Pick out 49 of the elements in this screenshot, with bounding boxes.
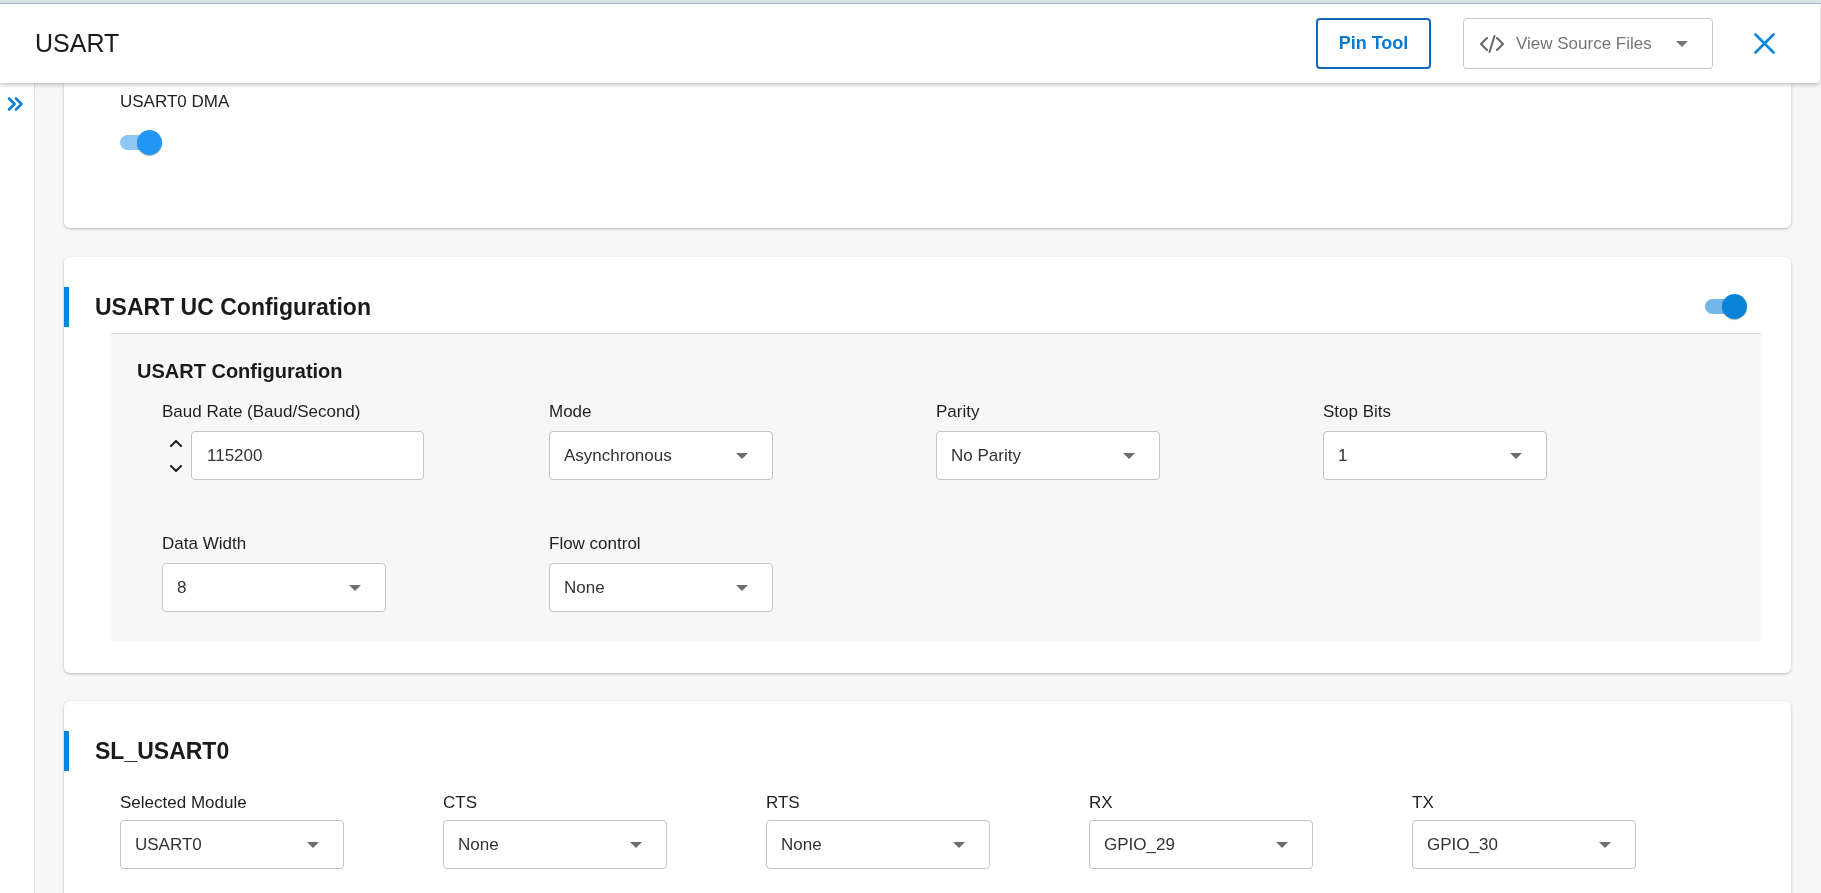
group-title: USART Configuration [137,359,343,383]
dropdown-field[interactable]: GPIO_30 [1412,820,1636,869]
dropdown-field[interactable]: GPIO_29 [1089,820,1313,869]
dropdown-field[interactable]: 8 [162,563,386,612]
dropdown-field[interactable]: None [766,820,990,869]
caret-icon [1276,841,1288,848]
field-label: Data Width [162,534,247,554]
dropdown-field[interactable]: Asynchronous [549,431,773,480]
dropdown-field[interactable]: USART0 [120,820,344,869]
field-label: Flow control [549,534,641,554]
chevron-up-icon[interactable] [170,439,182,447]
toggle-switch[interactable] [120,130,163,156]
number-field[interactable]: 115200 [191,431,424,480]
dropdown-field[interactable]: No Parity [936,431,1160,480]
double-chevron-right-icon[interactable] [7,97,24,111]
dropdown-field[interactable]: None [549,563,773,612]
caret-icon [1599,841,1611,848]
field-label: Selected Module [120,793,247,813]
code-icon [1479,34,1505,53]
field-label: Mode [549,402,592,422]
accent-bar [64,287,69,327]
field-label: USART0 DMA [120,92,230,112]
field-label: Stop Bits [1323,402,1392,422]
field-label: RTS [766,793,800,813]
caret-icon [307,841,319,848]
view-source-files-dropdown[interactable]: View Source Files [1463,18,1713,69]
caret-icon [736,584,748,591]
dropdown-field[interactable]: 1 [1323,431,1547,480]
caret-icon [1123,452,1135,459]
caret-icon [630,841,642,848]
field-label: CTS [443,793,477,813]
section-title: SL_USART0 [95,737,230,765]
field-label: RX [1089,793,1113,813]
caret-icon [736,452,748,459]
field-label: Parity [936,402,980,422]
toggle-switch[interactable] [1705,294,1748,320]
pin-tool-button[interactable]: Pin Tool [1316,18,1431,69]
dropdown-field[interactable]: None [443,820,667,869]
caret-icon [1676,40,1688,47]
accent-bar [64,731,69,771]
chevron-down-icon[interactable] [170,464,182,472]
field-label: TX [1412,793,1434,813]
caret-icon [1510,452,1522,459]
field-label: Baud Rate (Baud/Second) [162,402,361,422]
close-icon[interactable] [1754,33,1775,54]
caret-icon [349,584,361,591]
page-title: USART [35,29,120,58]
section-title: USART UC Configuration [95,293,371,321]
caret-icon [953,841,965,848]
